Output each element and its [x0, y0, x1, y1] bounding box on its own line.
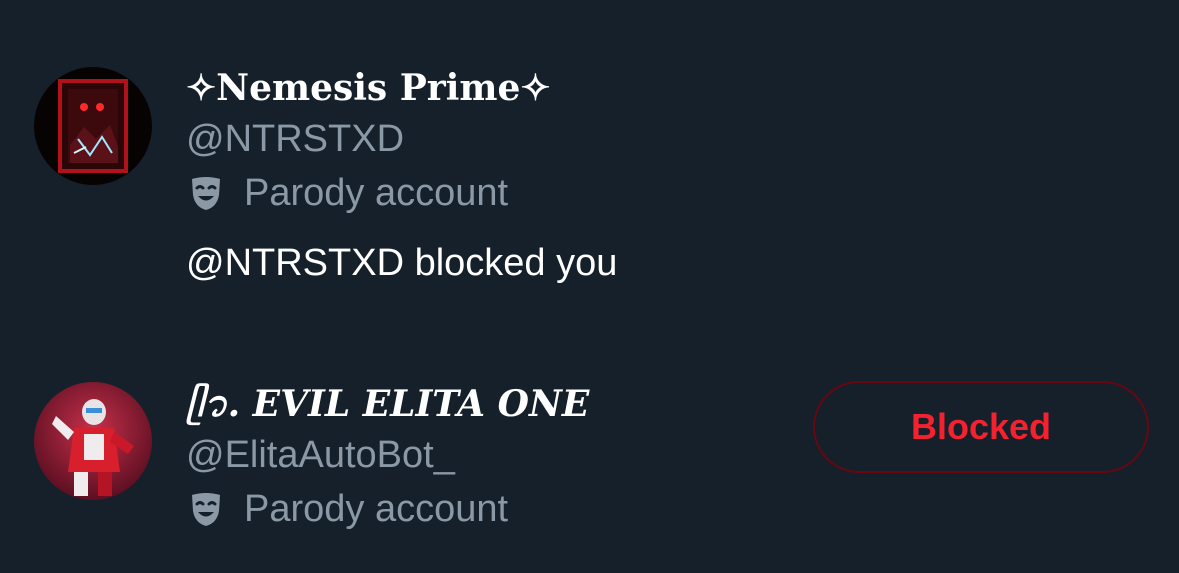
display-name[interactable]: ᥫ᭡. EVIL ELITA ONE: [186, 380, 786, 428]
avatar[interactable]: [34, 67, 152, 185]
avatar[interactable]: [34, 382, 152, 500]
blocked-status-text: @NTRSTXD blocked you: [186, 242, 618, 284]
theater-mask-icon: [186, 489, 226, 529]
user-info: ✧Nemesis Prime✧ @NTRSTXD Parody account …: [186, 64, 786, 290]
display-name[interactable]: ✧Nemesis Prime✧: [186, 64, 786, 112]
user-row-nemesis-prime[interactable]: ✧Nemesis Prime✧ @NTRSTXD Parody account …: [0, 0, 1179, 300]
parody-label: Parody account: [186, 482, 786, 536]
user-row-evil-elita-one[interactable]: ᥫ᭡. EVIL ELITA ONE @ElitaAutoBot_ Parody…: [0, 340, 1179, 573]
parody-text: Parody account: [244, 488, 509, 530]
avatar-image: [34, 382, 152, 500]
user-info: ᥫ᭡. EVIL ELITA ONE @ElitaAutoBot_ Parody…: [186, 380, 786, 536]
parody-text: Parody account: [244, 172, 509, 214]
blocked-button[interactable]: Blocked: [813, 381, 1149, 473]
avatar-image: [34, 67, 152, 185]
user-handle[interactable]: @ElitaAutoBot_: [186, 428, 786, 482]
user-handle[interactable]: @NTRSTXD: [186, 112, 786, 166]
parody-label: Parody account: [186, 166, 786, 220]
theater-mask-icon: [186, 173, 226, 213]
